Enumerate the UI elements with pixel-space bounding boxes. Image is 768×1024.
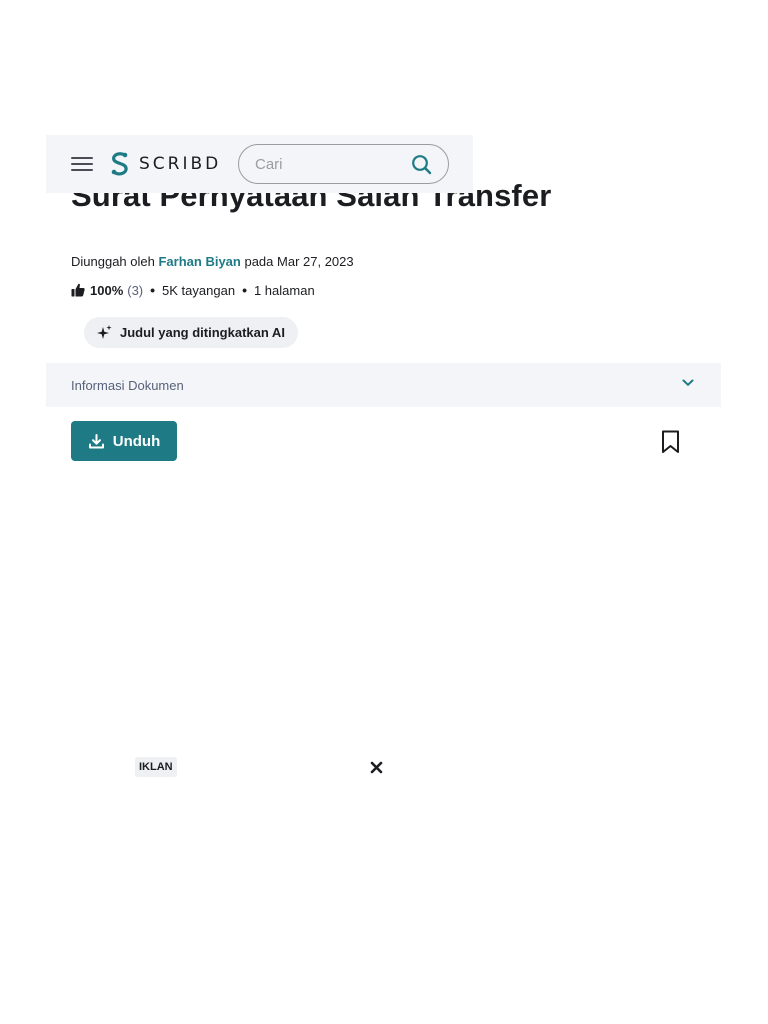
author-link[interactable]: Farhan Biyan [158, 254, 240, 269]
chevron-down-icon [682, 379, 694, 386]
close-icon[interactable] [370, 761, 383, 774]
search-icon[interactable] [411, 154, 432, 175]
document-info-label: Informasi Dokumen [71, 378, 184, 393]
search-input[interactable] [255, 153, 405, 175]
separator-dot: • [242, 282, 247, 298]
rating-count: (3) [127, 282, 144, 298]
uploaded-by-label: Diunggah oleh [71, 254, 155, 269]
thumbs-up-icon [71, 283, 85, 297]
logo-wordmark: SCRIBD [139, 154, 222, 174]
ai-chip-label: Judul yang ditingkatkan AI [120, 325, 285, 340]
date-prefix: pada [244, 254, 274, 269]
separator-dot: • [150, 282, 156, 298]
bookmark-icon[interactable] [661, 430, 680, 454]
document-info-toggle[interactable]: Informasi Dokumen [46, 363, 721, 407]
scribd-logo-icon [111, 152, 128, 176]
document-stats: 100% (3) • 5K tayangan • 1 halaman [71, 282, 315, 298]
view-count: 5K tayangan [162, 282, 236, 298]
search-box [238, 144, 449, 184]
download-label: Unduh [112, 432, 161, 450]
top-header: SCRIBD [46, 135, 473, 193]
menu-icon[interactable] [71, 157, 93, 171]
download-icon [88, 433, 104, 448]
page-count: 1 halaman [253, 282, 315, 298]
upload-info: Diunggah oleh Farhan Biyan pada Mar 27, … [71, 254, 354, 269]
download-button[interactable]: Unduh [71, 421, 177, 461]
scribd-logo[interactable]: SCRIBD [109, 151, 221, 177]
rating-percent: 100% [90, 282, 124, 298]
sparkle-icon [97, 325, 112, 339]
upload-date: Mar 27, 2023 [277, 254, 354, 269]
ad-badge: IKLAN [135, 757, 177, 777]
ai-enhanced-title-chip[interactable]: Judul yang ditingkatkan AI [84, 317, 298, 348]
page: Surat Pernyataan Salah Transfer SCRIBD D… [0, 0, 768, 1024]
